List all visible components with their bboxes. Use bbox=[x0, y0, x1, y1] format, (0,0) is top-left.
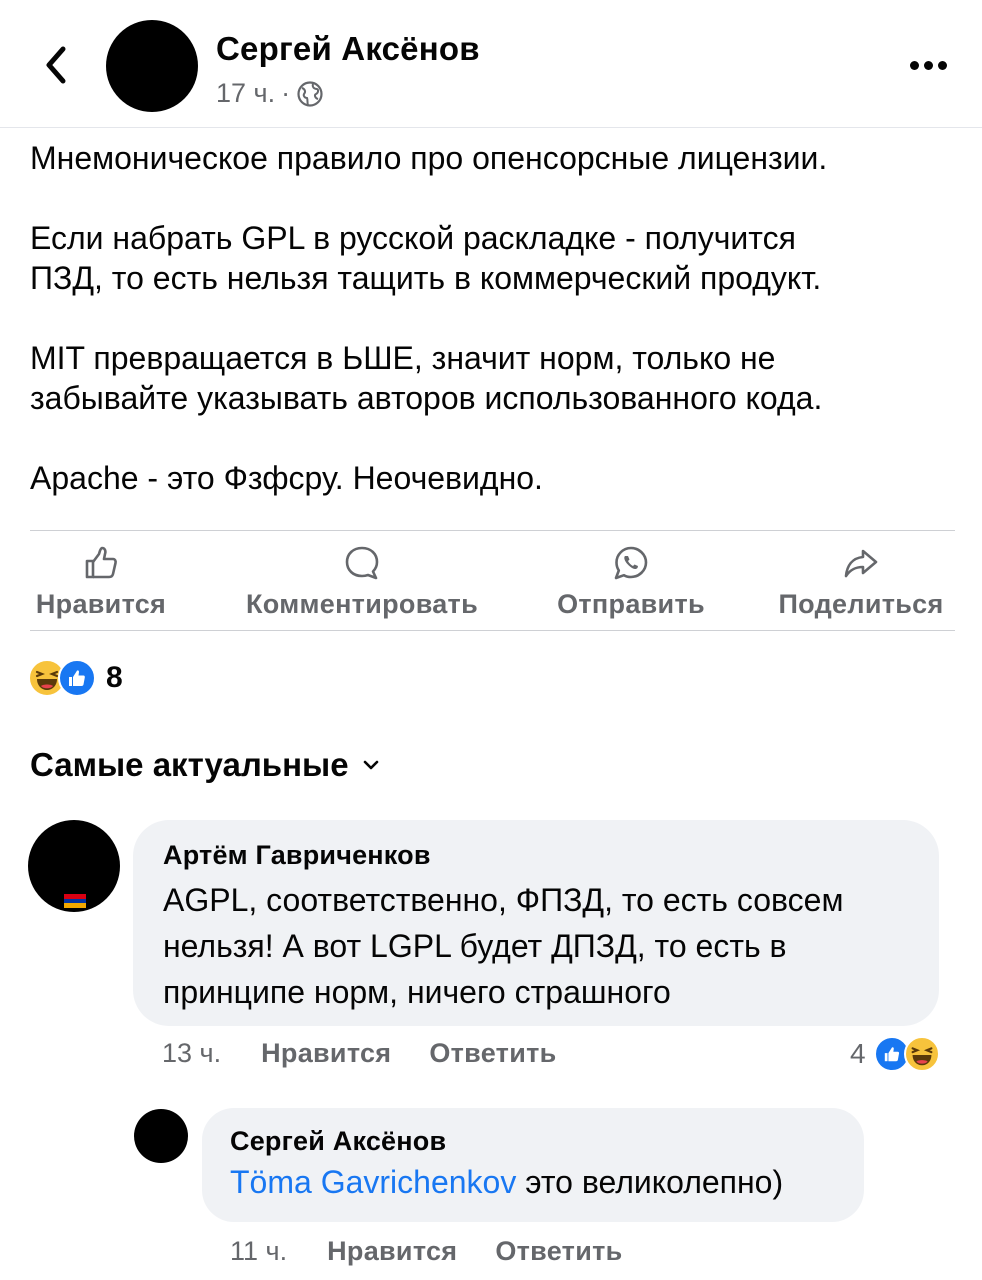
post-paragraph: Мнемоническое правило про опенсорсные ли… bbox=[30, 140, 828, 176]
globe-icon bbox=[297, 80, 323, 107]
author-name[interactable]: Сергей Аксёнов bbox=[216, 30, 480, 68]
post-body: Мнемоническое правило про опенсорсные ли… bbox=[30, 138, 960, 498]
armenia-flag-icon bbox=[64, 894, 86, 909]
reply-body: это великолепно) bbox=[516, 1164, 784, 1200]
reply-like-button[interactable]: Нравится bbox=[327, 1236, 457, 1267]
sort-label: Самые актуальные bbox=[30, 746, 349, 783]
author-avatar[interactable] bbox=[106, 20, 198, 112]
reply-reply-button[interactable]: Ответить bbox=[495, 1236, 622, 1267]
comment-author[interactable]: Артём Гавриченков bbox=[163, 840, 909, 871]
post-meta: 17 ч. · bbox=[216, 78, 324, 109]
comments-sort-dropdown[interactable]: Самые актуальные bbox=[30, 746, 379, 784]
comment-button[interactable]: Комментировать bbox=[232, 543, 492, 620]
post-time[interactable]: 17 ч. bbox=[216, 78, 275, 109]
reply-time[interactable]: 11 ч. bbox=[230, 1236, 287, 1267]
reply-author[interactable]: Сергей Аксёнов bbox=[230, 1126, 836, 1157]
mention-link[interactable]: Töma Gavrichenkov bbox=[230, 1164, 516, 1200]
comment-like-button[interactable]: Нравится bbox=[261, 1038, 391, 1069]
like-icon bbox=[58, 659, 96, 697]
post-paragraph: Если набрать GPL в русской раскладке - п… bbox=[30, 220, 822, 296]
more-dot-icon bbox=[937, 60, 947, 70]
comment-meta: 13 ч. Нравится Ответить bbox=[162, 1038, 595, 1069]
reply-author-avatar[interactable] bbox=[134, 1109, 188, 1163]
back-button[interactable] bbox=[36, 40, 76, 90]
reaction-count: 8 bbox=[106, 661, 123, 694]
share-arrow-icon bbox=[844, 549, 878, 578]
meta-separator: · bbox=[281, 78, 291, 108]
reply-meta: 11 ч. Нравится Ответить bbox=[230, 1236, 661, 1267]
whatsapp-icon bbox=[614, 546, 648, 580]
haha-icon bbox=[903, 1036, 940, 1072]
comment-reaction-count: 4 bbox=[850, 1038, 866, 1069]
post-header: Сергей Аксёнов 17 ч. · bbox=[0, 0, 982, 128]
chevron-down-icon bbox=[363, 760, 378, 770]
comment-reactions[interactable]: 4 bbox=[850, 1036, 940, 1072]
reply-text: Töma Gavrichenkov это великолепно) bbox=[230, 1159, 836, 1205]
send-whatsapp-button[interactable]: Отправить bbox=[550, 543, 712, 620]
send-label: Отправить bbox=[557, 589, 705, 619]
more-dot-icon bbox=[909, 60, 919, 70]
like-button[interactable]: Нравится bbox=[30, 543, 172, 620]
post-reactions[interactable]: 8 bbox=[28, 658, 123, 698]
comment-bubble-icon bbox=[345, 546, 379, 580]
comment-time[interactable]: 13 ч. bbox=[162, 1038, 221, 1069]
post-actions-bar: Нравится Комментировать Отправить Подели… bbox=[30, 530, 955, 631]
chevron-left-icon bbox=[46, 46, 66, 84]
comment-text: AGPL, соответственно, ФПЗД, то есть совс… bbox=[163, 882, 844, 1010]
comment-bubble: Артём Гавриченков AGPL, соответственно, … bbox=[133, 820, 939, 1026]
thumbs-up-icon bbox=[85, 546, 117, 579]
comment-label: Комментировать bbox=[246, 589, 478, 619]
post-paragraph: MIT превращается в ЬШЕ, значит норм, тол… bbox=[30, 340, 823, 416]
like-label: Нравится bbox=[35, 589, 167, 619]
share-label: Поделиться bbox=[778, 589, 944, 619]
more-dot-icon bbox=[923, 60, 933, 70]
comment-reply-button[interactable]: Ответить bbox=[429, 1038, 556, 1069]
more-options-button[interactable] bbox=[900, 50, 956, 80]
post-paragraph: Apache - это Фзфсру. Неочевидно. bbox=[30, 460, 543, 496]
share-button[interactable]: Поделиться bbox=[770, 543, 952, 620]
reply-bubble: Сергей Аксёнов Töma Gavrichenkov это вел… bbox=[202, 1108, 864, 1222]
